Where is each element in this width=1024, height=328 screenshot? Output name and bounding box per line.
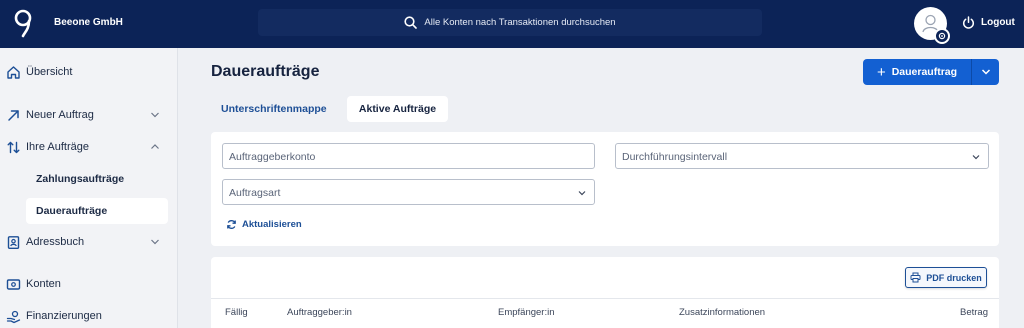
print-pdf-label: PDF drucken: [926, 272, 982, 283]
account-field[interactable]: Auftraggeberkonto: [222, 143, 595, 169]
settings-badge-icon[interactable]: [934, 28, 950, 44]
refresh-button[interactable]: Aktualisieren: [226, 219, 302, 230]
top-bar: Beeone GmbH Alle Konten nach Transaktion…: [0, 0, 1024, 48]
chevron-down-icon: [151, 239, 159, 245]
sidebar-item-finanzierungen[interactable]: Finanzierungen: [0, 304, 178, 328]
search-placeholder: Alle Konten nach Transaktionen durchsuch…: [424, 17, 616, 28]
printer-icon: [910, 272, 921, 283]
column-header-faellig[interactable]: Fällig: [225, 307, 248, 318]
arrow-up-right-icon: [8, 110, 19, 121]
new-standing-order-button[interactable]: + Dauerauftrag: [863, 59, 999, 85]
refresh-label: Aktualisieren: [242, 219, 302, 230]
sidebar-subitem-zahlungsauftraege[interactable]: Zahlungsaufträge: [26, 166, 168, 192]
order-type-select[interactable]: Auftragsart: [222, 179, 595, 205]
sidebar-item-ihre-auftraege[interactable]: Ihre Aufträge: [0, 135, 178, 161]
transfer-arrows-icon: [7, 141, 20, 154]
sidebar-subitem-dauerauftraege[interactable]: Daueraufträge: [26, 198, 168, 224]
sidebar-item-uebersicht[interactable]: Übersicht: [0, 60, 178, 86]
financing-icon: [6, 310, 21, 324]
chevron-down-icon: [578, 191, 586, 196]
sidebar-item-adressbuch[interactable]: Adressbuch: [0, 230, 178, 256]
chevron-up-icon: [151, 144, 159, 149]
company-name: Beeone GmbH: [54, 17, 123, 28]
global-search-input[interactable]: Alle Konten nach Transaktionen durchsuch…: [258, 9, 762, 36]
interval-select[interactable]: Durchführungsintervall: [615, 143, 989, 169]
tab-unterschriftenmappe[interactable]: Unterschriftenmappe: [211, 96, 337, 122]
plus-icon: +: [876, 63, 886, 81]
table-header-divider: [211, 298, 999, 299]
logout-label: Logout: [981, 17, 1015, 28]
power-icon: [962, 16, 975, 29]
chevron-down-icon: [151, 112, 159, 118]
sidebar-item-label: Adressbuch: [26, 236, 85, 248]
chevron-down-icon: [981, 69, 990, 75]
column-header-zusatzinformationen[interactable]: Zusatzinformationen: [679, 307, 765, 318]
search-icon: [404, 16, 418, 29]
contact-book-icon: [7, 236, 20, 249]
sidebar-item-label: Neuer Auftrag: [26, 109, 94, 121]
sidebar-item-label: Finanzierungen: [26, 310, 102, 322]
account-field-placeholder: Auftraggeberkonto: [229, 151, 316, 163]
sidebar-item-label: Übersicht: [26, 66, 73, 78]
bank-card-icon: [6, 279, 21, 290]
new-standing-order-main[interactable]: + Dauerauftrag: [863, 59, 971, 85]
brand-logo-icon[interactable]: [12, 8, 34, 38]
column-header-betrag[interactable]: Betrag: [960, 307, 988, 318]
sidebar-item-label: Konten: [26, 278, 61, 290]
sidebar-item-neuer-auftrag[interactable]: Neuer Auftrag: [0, 103, 178, 129]
logout-button[interactable]: Logout: [962, 16, 1015, 29]
refresh-icon: [227, 220, 236, 229]
interval-select-placeholder: Durchführungsintervall: [622, 151, 728, 163]
home-icon: [7, 66, 20, 79]
print-pdf-button[interactable]: PDF drucken: [905, 267, 987, 288]
sidebar-item-konten[interactable]: Konten: [0, 272, 178, 298]
tab-aktive-auftraege[interactable]: Aktive Aufträge: [347, 96, 448, 122]
chevron-down-icon: [972, 155, 980, 160]
sidebar-item-label: Ihre Aufträge: [26, 141, 89, 153]
page-title: Daueraufträge: [211, 63, 320, 80]
new-standing-order-dropdown[interactable]: [972, 59, 999, 85]
order-type-placeholder: Auftragsart: [229, 187, 281, 199]
column-header-auftraggeber[interactable]: Auftraggeber:in: [287, 307, 352, 318]
column-header-empfaenger[interactable]: Empfänger:in: [498, 307, 555, 318]
new-standing-order-label: Dauerauftrag: [891, 66, 958, 78]
